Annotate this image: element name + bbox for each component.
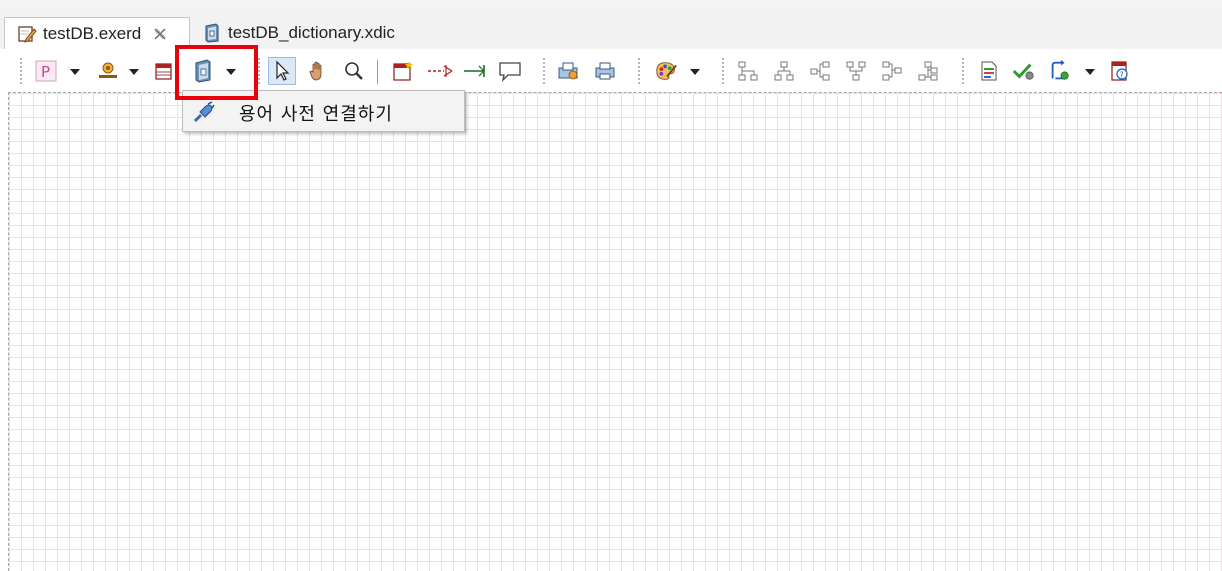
editor-tab-bar: testDB.exerd testDB_dictionary.xdic [0, 11, 1222, 49]
help-doc-icon[interactable]: ? [1108, 59, 1132, 83]
dictionary-icon [202, 23, 222, 43]
layout-1-icon[interactable] [736, 59, 760, 83]
plug-icon [193, 101, 215, 123]
tab-testdb-dictionary[interactable]: testDB_dictionary.xdic [190, 17, 430, 49]
menu-item-connect-dictionary[interactable]: 용어 사전 연결하기 [185, 93, 462, 129]
toolbar-separator [722, 58, 724, 86]
toolbar-separator [543, 58, 545, 86]
chevron-down-icon[interactable] [129, 69, 139, 75]
print-icon[interactable] [593, 59, 617, 83]
tab-label: testDB_dictionary.xdic [228, 23, 395, 42]
import-icon[interactable] [556, 59, 580, 83]
palette-icon[interactable] [654, 59, 678, 83]
layout-3-icon[interactable] [808, 59, 832, 83]
page-p-icon[interactable]: P [34, 59, 58, 83]
tab-testdb-exerd[interactable]: testDB.exerd [4, 17, 190, 49]
dictionary-icon[interactable] [191, 59, 215, 83]
svg-text:?: ? [1120, 71, 1124, 80]
document-icon[interactable] [977, 59, 1001, 83]
chevron-down-icon[interactable] [690, 69, 700, 75]
table-icon[interactable] [152, 59, 176, 83]
hand-icon[interactable] [306, 59, 330, 83]
layout-5-icon[interactable] [880, 59, 904, 83]
toolbar-separator [258, 58, 260, 86]
editor-window: testDB.exerd testDB_dictionary.xdic P ? … [0, 0, 1222, 571]
tab-label: testDB.exerd [43, 23, 142, 43]
layout-6-icon[interactable] [916, 59, 940, 83]
comment-icon[interactable] [498, 59, 522, 83]
sync-icon[interactable] [1048, 59, 1072, 83]
dictionary-dropdown-menu: 용어 사전 연결하기 [182, 90, 465, 132]
erd-edit-icon [17, 24, 37, 44]
toolbar-separator [20, 58, 22, 86]
toolbar-divider [377, 60, 378, 84]
zoom-icon[interactable] [342, 59, 366, 83]
layout-4-icon[interactable] [844, 59, 868, 83]
validate-check-icon[interactable] [1012, 59, 1036, 83]
select-arrow-icon[interactable] [268, 57, 296, 85]
diagram-toolbar: P ? [0, 49, 1222, 93]
new-table-icon[interactable] [391, 59, 415, 83]
relation-dashed-icon[interactable] [426, 59, 454, 83]
diagram-canvas[interactable] [8, 92, 1222, 571]
left-ruler [0, 92, 8, 571]
chevron-down-icon[interactable] [226, 69, 236, 75]
svg-text:P: P [41, 63, 50, 81]
menu-item-label: 용어 사전 연결하기 [239, 104, 393, 125]
relation-solid-icon[interactable] [462, 59, 490, 83]
toolbar-separator [962, 58, 964, 86]
toolbar-separator [638, 58, 640, 86]
chevron-down-icon[interactable] [1085, 69, 1095, 75]
layout-2-icon[interactable] [772, 59, 796, 83]
chevron-down-icon[interactable] [70, 69, 80, 75]
close-icon[interactable] [153, 27, 167, 41]
stamp-icon[interactable] [96, 59, 120, 83]
